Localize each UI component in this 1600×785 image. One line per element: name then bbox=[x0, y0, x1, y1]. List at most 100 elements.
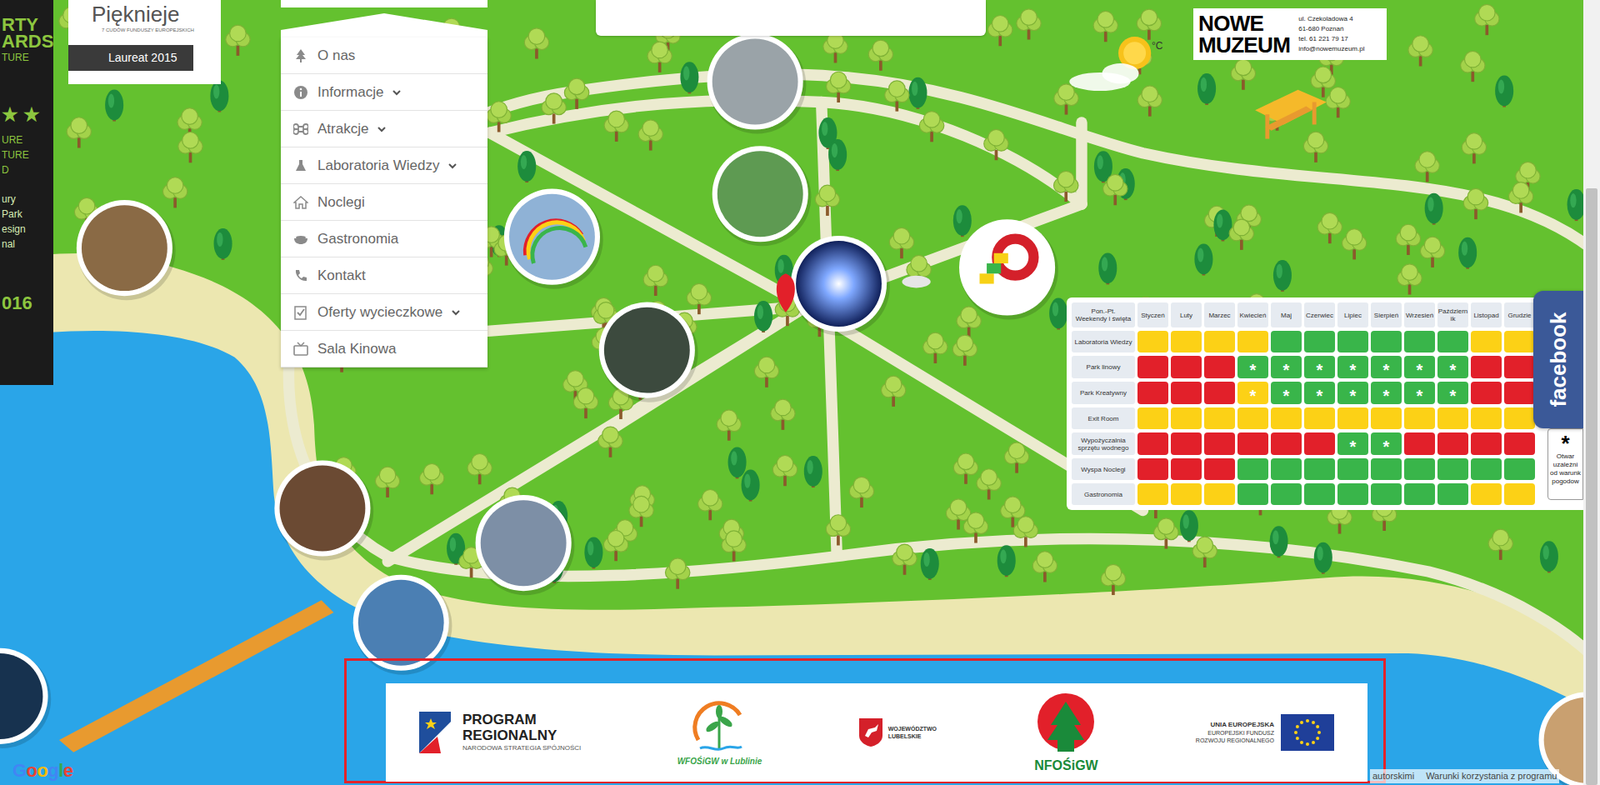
menu-item[interactable]: Informacje bbox=[280, 74, 488, 111]
schedule-table: Pon.-Pt.Weekendy i świętaStyczeńLutyMarz… bbox=[1066, 297, 1584, 510]
sponsor-line: ROZWOJU REGIONALNEGO bbox=[1195, 736, 1275, 745]
status-cell bbox=[1137, 407, 1169, 430]
menu-label: Atrakcje bbox=[317, 120, 369, 139]
status-cell bbox=[1204, 330, 1235, 353]
status-cell bbox=[1237, 330, 1269, 353]
footer-link[interactable]: Warunki korzystania z programu bbox=[1425, 769, 1557, 784]
status-cell bbox=[1237, 458, 1269, 480]
chevron-down-icon bbox=[447, 160, 458, 171]
award-badge[interactable]: Pięknieje7 CUDÓW FUNDUSZY EUROPEJSKICHLa… bbox=[68, 0, 221, 85]
strip-group: uryParkesignnal bbox=[1, 191, 54, 252]
attraction-marker[interactable] bbox=[76, 200, 176, 300]
status-cell bbox=[1170, 483, 1202, 505]
menu-item[interactable]: Noclegi bbox=[280, 184, 488, 221]
sponsor-line: UNIA EUROPEJSKA bbox=[1210, 720, 1275, 730]
sponsor-line: LUBELSKIE bbox=[888, 732, 937, 740]
scrollbar[interactable] bbox=[1583, 0, 1600, 785]
status-cell bbox=[1437, 432, 1469, 455]
row-label: Wypożyczalnia sprzętu wodnego bbox=[1071, 432, 1135, 455]
status-cell bbox=[1137, 432, 1169, 455]
status-cell bbox=[1170, 330, 1202, 353]
menu-item[interactable]: Kontakt bbox=[280, 257, 488, 295]
row-label: Gastronomia bbox=[1071, 483, 1135, 505]
museum-name-line: MUZEUM bbox=[1198, 34, 1290, 56]
sponsor-line: NFOŚiGW bbox=[1034, 758, 1098, 774]
sponsor-logo[interactable]: WFOŚiGW w Lublinie bbox=[677, 698, 763, 767]
sponsor-logo[interactable]: PROGRAMREGIONALNYNARODOWA STRATEGIA SPÓJ… bbox=[419, 711, 581, 754]
status-cell bbox=[1304, 458, 1335, 480]
strip-text: D bbox=[1, 162, 54, 178]
status-symbol: * bbox=[1316, 387, 1324, 405]
status-cell bbox=[1304, 432, 1335, 455]
menu-label: Gastronomia bbox=[317, 230, 399, 249]
status-symbol: * bbox=[1316, 361, 1324, 379]
chevron-down-icon bbox=[391, 87, 402, 98]
sponsor-highlight: PROGRAMREGIONALNYNARODOWA STRATEGIA SPÓJ… bbox=[344, 658, 1386, 784]
month-header: Styczeń bbox=[1137, 302, 1169, 328]
status-cell bbox=[1504, 432, 1535, 455]
strip-text: 016 bbox=[1, 295, 54, 312]
attraction-marker[interactable] bbox=[475, 495, 575, 595]
status-cell bbox=[1204, 407, 1235, 430]
status-symbol: * bbox=[1350, 438, 1357, 455]
strip-text: esign bbox=[1, 221, 54, 237]
status-cell bbox=[1370, 407, 1402, 430]
month-header: Maj bbox=[1270, 302, 1302, 328]
status-cell: * bbox=[1437, 381, 1469, 405]
status-cell bbox=[1270, 330, 1302, 353]
museum-name: NOWEMUZEUM bbox=[1198, 12, 1290, 56]
program-logo-icon bbox=[419, 711, 451, 754]
status-cell: * bbox=[1404, 381, 1435, 405]
status-symbol: * bbox=[1416, 361, 1424, 379]
menu-label: Sala Kinowa bbox=[317, 340, 397, 359]
sponsor-logo[interactable]: NFOŚiGW bbox=[1032, 691, 1100, 774]
attraction-marker[interactable] bbox=[707, 33, 807, 134]
facebook-label: facebook bbox=[1542, 311, 1575, 407]
menu-label: O nas bbox=[317, 46, 355, 65]
main-menu: O nas Informacje Atrakcje Laboratoria Wiedz… bbox=[280, 0, 488, 368]
footer-link[interactable]: autorskimi bbox=[1372, 769, 1415, 784]
status-cell bbox=[1370, 458, 1402, 480]
logo-letter: o bbox=[26, 760, 38, 781]
menu-item[interactable]: Oferty wycieczkowe bbox=[280, 294, 488, 331]
strip-line: D bbox=[1, 162, 54, 178]
attraction-marker[interactable] bbox=[0, 648, 51, 749]
attraction-marker[interactable] bbox=[790, 235, 890, 336]
menu-label: Informacje bbox=[317, 83, 384, 102]
menu-item[interactable]: O nas bbox=[280, 37, 488, 75]
museum-address-line: 61-680 Poznań bbox=[1298, 24, 1365, 35]
search-box[interactable] bbox=[595, 0, 986, 36]
row-label: Park linowy bbox=[1071, 355, 1135, 379]
attraction-marker[interactable] bbox=[599, 302, 699, 403]
logo-letter: l bbox=[58, 760, 64, 781]
menu-label: Noclegi bbox=[317, 193, 365, 212]
scrollbar-thumb[interactable] bbox=[1585, 188, 1598, 785]
museum-logo[interactable]: NOWEMUZEUMul. Czekoladowa 461-680 Poznań… bbox=[1193, 8, 1387, 60]
menu-item[interactable]: Sala Kinowa bbox=[280, 330, 488, 368]
attraction-marker[interactable] bbox=[712, 145, 812, 246]
map-pin-icon[interactable] bbox=[776, 273, 795, 313]
row-label: Park Kreatywny bbox=[1071, 381, 1135, 405]
status-cell bbox=[1170, 458, 1202, 480]
attraction-marker[interactable] bbox=[274, 460, 374, 560]
sponsor-logo[interactable]: UNIA EUROPEJSKAEUROPEJSKI FUNDUSZROZWOJU… bbox=[1195, 714, 1335, 751]
chevron-down-icon bbox=[376, 124, 387, 135]
badge-subtitle: 7 CUDÓW FUNDUSZY EUROPEJSKICH bbox=[68, 26, 221, 34]
sponsor-line: EUROPEJSKI FUNDUSZ bbox=[1207, 729, 1275, 737]
facebook-tab[interactable]: facebook bbox=[1533, 290, 1584, 429]
status-cell bbox=[1470, 381, 1502, 405]
menu-item[interactable]: Laboratoria Wiedzy bbox=[280, 147, 488, 185]
status-cell: * bbox=[1404, 355, 1435, 379]
status-cell bbox=[1504, 483, 1535, 505]
sponsor-logo[interactable]: WOJEWÓDZTWOLUBELSKIE bbox=[858, 717, 937, 748]
status-cell: * bbox=[1270, 355, 1302, 379]
status-cell: * bbox=[1304, 381, 1335, 405]
museum-address-line: info@nowemuzeum.pl bbox=[1298, 44, 1365, 55]
status-cell bbox=[1170, 432, 1202, 455]
attraction-marker[interactable] bbox=[959, 219, 1059, 320]
strip-line: RTY bbox=[1, 16, 54, 34]
menu-item[interactable]: Atrakcje bbox=[280, 110, 488, 148]
strip-line: 016 bbox=[1, 295, 54, 312]
menu-item[interactable]: Gastronomia bbox=[280, 220, 488, 258]
attraction-marker[interactable] bbox=[504, 189, 604, 290]
